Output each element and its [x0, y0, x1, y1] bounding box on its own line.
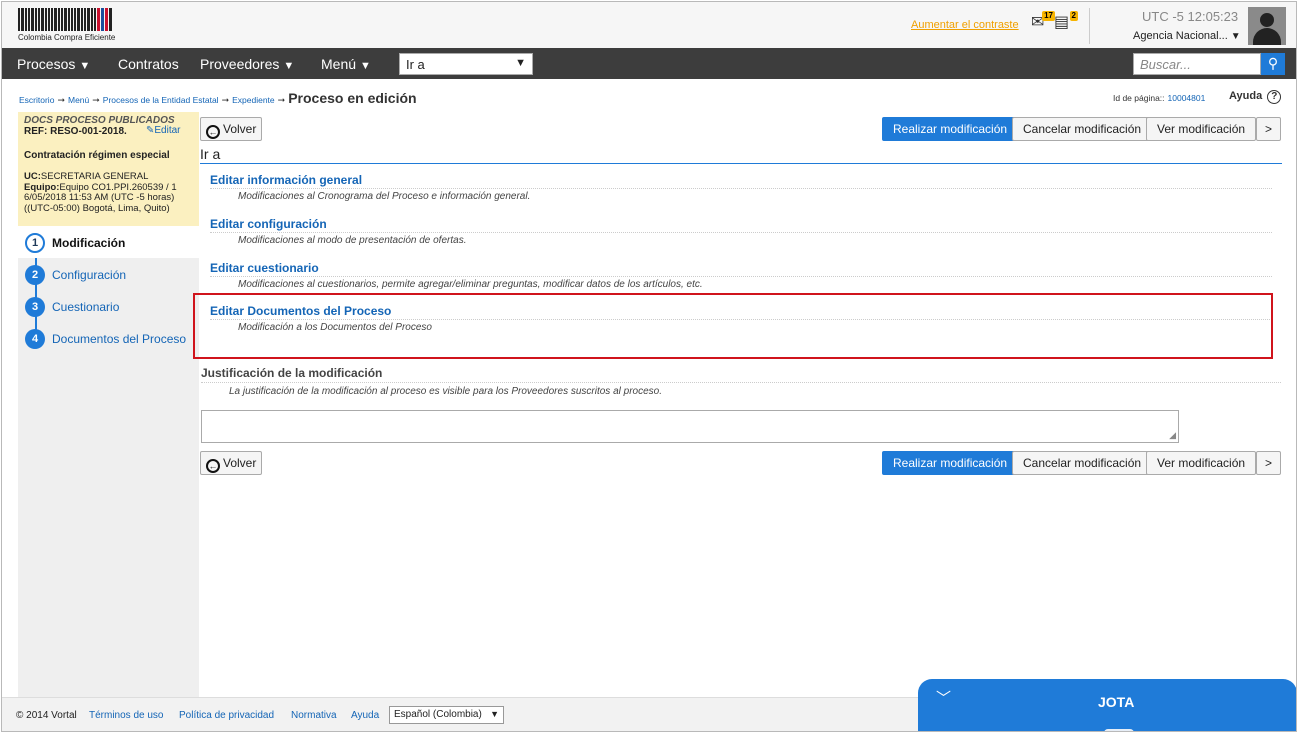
next-button-bottom[interactable]: >: [1256, 451, 1282, 475]
apply-modification-button-bottom[interactable]: Realizar modificación: [882, 451, 1019, 475]
process-info: DOCS PROCESO PUBLICADOS REF: RESO-001-20…: [18, 112, 199, 226]
step-cuestionario[interactable]: 3 Cuestionario: [18, 290, 199, 322]
caret-down-icon: ▼: [515, 57, 526, 69]
back-button-bottom[interactable]: ← Volver: [200, 451, 263, 475]
step-configuracion[interactable]: 2 Configuración: [18, 258, 199, 290]
page-id-link[interactable]: 10004801: [1168, 93, 1206, 103]
crumb-procesos[interactable]: Procesos de la Entidad Estatal: [103, 95, 219, 105]
option-general-info: Editar información general Modificacione…: [210, 173, 1272, 202]
caret-down-icon: ▼: [79, 60, 91, 72]
steps-list: 1 Modificación 2 Configuración 3 Cuestio…: [18, 226, 199, 354]
caret-down-icon: ▼: [360, 60, 371, 72]
cancel-modification-button-bottom[interactable]: Cancelar modificación: [1012, 451, 1153, 475]
nav-contratos[interactable]: Contratos: [118, 56, 179, 72]
page-title: Proceso en edición: [288, 90, 417, 106]
highlight-box: [193, 293, 1273, 359]
edit-configuration-link[interactable]: Editar configuración: [210, 217, 1272, 231]
breadcrumb: Escritorio ➞ Menú ➞ Procesos de la Entidad E…: [19, 90, 417, 106]
barcode-logo-icon: [18, 8, 130, 31]
option-configuration: Editar configuración Modificaciones al m…: [210, 217, 1272, 246]
edit-questionnaire-link[interactable]: Editar cuestionario: [210, 261, 1272, 275]
search-icon: ⚲: [1267, 55, 1279, 71]
clock: UTC -5 12:05:23: [1142, 9, 1239, 24]
help-link[interactable]: Ayuda ?: [1229, 90, 1282, 104]
step-modificacion[interactable]: 1 Modificación: [18, 226, 199, 258]
language-select[interactable]: Español (Colombia) ▼: [389, 706, 504, 724]
section-title: Ir a: [200, 146, 221, 162]
goto-select[interactable]: Ir a ▼: [399, 53, 533, 75]
header-divider: [1089, 8, 1090, 44]
justification-title: Justificación de la modificación: [201, 366, 383, 380]
crumb-menu[interactable]: Menú: [68, 95, 89, 105]
justification-description: La justificación de la modificación al p…: [229, 386, 662, 397]
option-questionnaire: Editar cuestionario Modificaciones al cu…: [210, 261, 1272, 290]
section-divider: [200, 163, 1282, 164]
caret-down-icon: ▼: [490, 709, 499, 719]
justification-textarea[interactable]: ◢: [201, 410, 1179, 443]
logo[interactable]: Colombia Compra Eficiente: [18, 8, 130, 44]
help-icon: ?: [1267, 90, 1282, 104]
next-button[interactable]: >: [1256, 117, 1282, 141]
footer-link-terms[interactable]: Términos de uso: [89, 710, 163, 721]
main-nav: Procesos ▼ Contratos Proveedores ▼ Menú ▼ I…: [2, 48, 1296, 79]
back-button[interactable]: ← Volver: [200, 117, 263, 141]
search-input[interactable]: Buscar...: [1133, 53, 1261, 75]
view-modification-button-bottom[interactable]: Ver modificación: [1146, 451, 1257, 475]
caret-down-icon: ▼: [283, 60, 295, 72]
notes-icon[interactable]: ▤ 2: [1054, 11, 1078, 34]
top-header: Colombia Compra Eficiente Aumentar el co…: [2, 2, 1296, 48]
process-type: Contratación régimen especial: [24, 150, 170, 161]
resize-grip-icon[interactable]: ◢: [1169, 430, 1176, 441]
app-window: Colombia Compra Eficiente Aumentar el co…: [1, 1, 1297, 732]
footer-link-normativa[interactable]: Normativa: [291, 710, 337, 721]
step-documentos[interactable]: 4 Documentos del Proceso: [18, 322, 199, 354]
chevron-down-icon[interactable]: ﹀: [936, 687, 951, 708]
caret-down-icon: ▼: [1230, 31, 1241, 42]
chat-handle: [1104, 729, 1134, 731]
arrow-left-icon: ←: [206, 459, 220, 473]
nav-procesos[interactable]: Procesos ▼: [17, 56, 90, 72]
page-id: Id de página:: 10004801: [1113, 93, 1206, 103]
process-details: UC:SECRETARIA GENERAL Equipo:Equipo CO1.…: [24, 171, 177, 214]
nav-menu[interactable]: Menú ▼: [321, 56, 371, 72]
crumb-expediente[interactable]: Expediente: [232, 95, 275, 105]
nav-proveedores[interactable]: Proveedores ▼: [200, 56, 294, 72]
apply-modification-button[interactable]: Realizar modificación: [882, 117, 1019, 141]
chat-widget[interactable]: ﹀ JOTA: [918, 679, 1296, 731]
contrast-link[interactable]: Aumentar el contraste: [911, 19, 1019, 31]
mail-icon[interactable]: ✉ 17: [1031, 11, 1055, 34]
footer-link-help[interactable]: Ayuda: [351, 710, 379, 721]
search-button[interactable]: ⚲: [1261, 53, 1285, 75]
avatar[interactable]: [1248, 7, 1286, 45]
left-panel: DOCS PROCESO PUBLICADOS REF: RESO-001-20…: [18, 112, 199, 697]
arrow-left-icon: ←: [206, 125, 220, 139]
view-modification-button[interactable]: Ver modificación: [1146, 117, 1257, 141]
cancel-modification-button[interactable]: Cancelar modificación: [1012, 117, 1153, 141]
chat-title: JOTA: [1098, 694, 1135, 710]
copyright: © 2014 Vortal: [16, 710, 77, 721]
process-ref: REF: RESO-001-2018.: [24, 126, 127, 137]
logo-text: Colombia Compra Eficiente: [18, 33, 116, 42]
footer-link-privacy[interactable]: Política de privacidad: [179, 710, 274, 721]
crumb-escritorio[interactable]: Escritorio: [19, 95, 54, 105]
agency-selector[interactable]: Agencia Nacional... ▼: [1133, 30, 1241, 42]
edit-link[interactable]: ✎Editar: [146, 125, 181, 136]
edit-general-info-link[interactable]: Editar información general: [210, 173, 1272, 187]
notes-badge: 2: [1069, 11, 1078, 21]
